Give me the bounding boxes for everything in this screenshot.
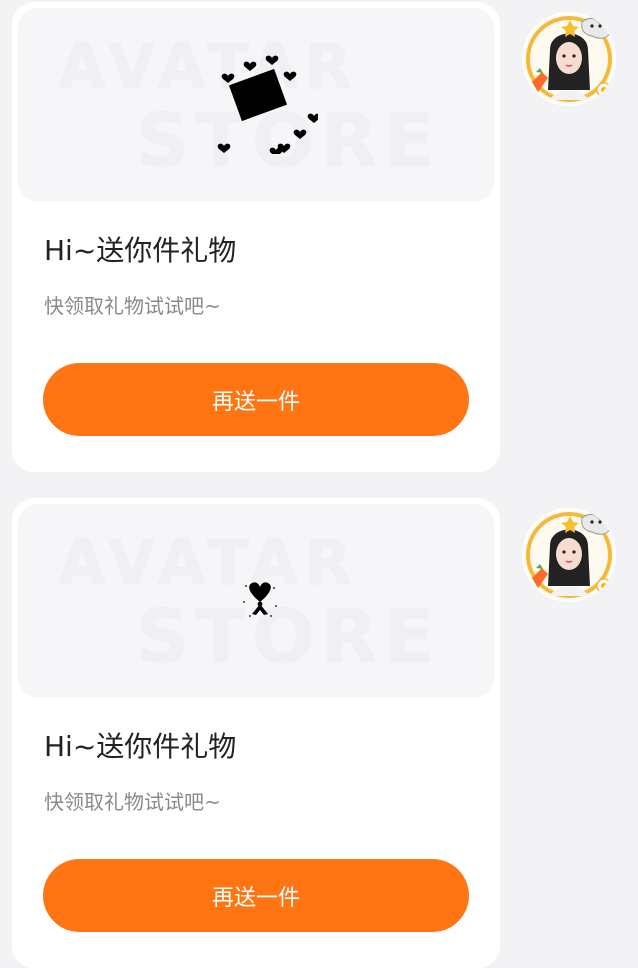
- watermark-store-text: STORE: [136, 594, 441, 680]
- gift-subtitle: 快领取礼物试试吧~: [44, 790, 221, 814]
- gift-card[interactable]: AVATAR STORE Hi~送你件礼物 快领取礼物试试吧~ 再送一件: [12, 2, 500, 472]
- gift-title: Hi~送你件礼物: [44, 234, 237, 267]
- girl-avatar-with-sticker-frame[interactable]: [522, 508, 616, 602]
- watermark-avatar-text: AVATAR: [58, 526, 358, 599]
- gift-card[interactable]: AVATAR STORE Hi~送你件礼物 快领取礼物试试吧~ 再送一件: [12, 498, 500, 968]
- gift-subtitle: 快领取礼物试试吧~: [44, 294, 221, 318]
- gift-banner: AVATAR STORE: [18, 8, 494, 202]
- send-another-button[interactable]: 再送一件: [43, 859, 469, 932]
- gift-banner: AVATAR STORE: [18, 504, 494, 698]
- photo-frame-with-hearts-icon: [217, 55, 318, 154]
- send-another-button[interactable]: 再送一件: [43, 363, 469, 436]
- gift-title: Hi~送你件礼物: [44, 730, 237, 763]
- gift-message-row: AVATAR STORE Hi~送你件礼物 快领取礼物试试吧~ 再送一件: [0, 0, 638, 480]
- gift-message-row: AVATAR STORE Hi~送你件礼物 快领取礼物试试吧~ 再送一件: [0, 496, 638, 968]
- heart-bow-icon: [243, 582, 277, 617]
- girl-avatar-with-sticker-frame[interactable]: [522, 12, 616, 106]
